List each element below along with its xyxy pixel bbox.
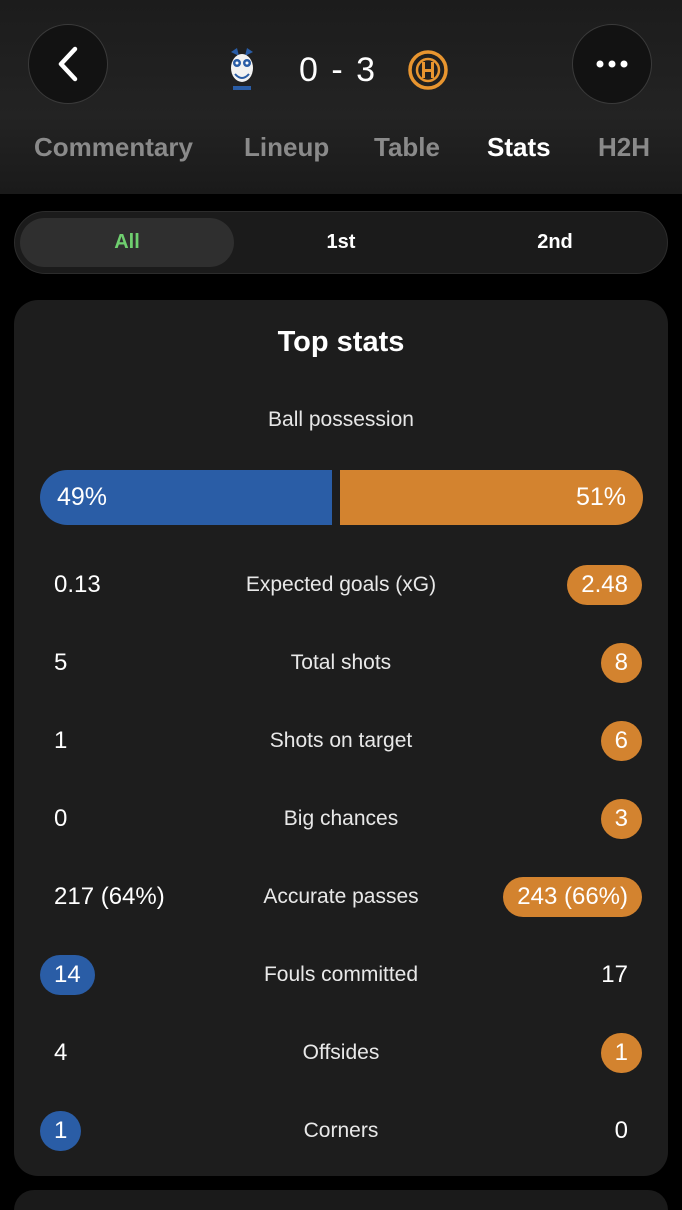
- stat-home-value: 0.13: [54, 571, 101, 598]
- period-selector: All 1st 2nd: [14, 211, 668, 274]
- more-horizontal-icon: [596, 60, 628, 68]
- stat-away-value: 6: [600, 721, 642, 761]
- stat-away-value: 243 (66%): [503, 877, 642, 917]
- stat-home-value: 4: [54, 1039, 68, 1066]
- stat-row-xg: 0.13 Expected goals (xG) 2.48: [14, 563, 668, 607]
- stat-label: Expected goals (xG): [245, 573, 437, 596]
- stat-away-value: 2.48: [567, 565, 642, 605]
- stat-away-value: 17: [601, 961, 628, 988]
- owl-crest-icon: [231, 48, 253, 90]
- card-title: Top stats: [277, 326, 405, 358]
- possession-away-fill: 51%: [340, 470, 643, 525]
- match-tabs: Commentary Lineup Table Stats H2H: [0, 132, 682, 172]
- period-second-half[interactable]: 2nd: [448, 218, 662, 267]
- possession-home-fill: 49%: [40, 470, 332, 525]
- top-stats-card: Top stats Ball possession 49% 51% 0.13 E…: [14, 300, 668, 1176]
- stat-away-value: 8: [600, 643, 642, 683]
- stat-label: Fouls committed: [263, 963, 419, 986]
- stat-label: Big chances: [283, 807, 399, 830]
- period-all[interactable]: All: [20, 218, 234, 267]
- stat-label: Shots on target: [269, 729, 413, 752]
- stat-row-fouls-committed: 14 Fouls committed 17: [14, 953, 668, 997]
- stat-home-value: 1: [40, 1111, 82, 1151]
- tab-lineup[interactable]: Lineup: [244, 132, 329, 163]
- stat-away-value: 1: [600, 1033, 642, 1073]
- possession-away-value: 51%: [575, 483, 626, 511]
- tab-table[interactable]: Table: [374, 132, 440, 163]
- tab-h2h[interactable]: H2H: [598, 132, 650, 163]
- stat-home-value: 1: [54, 727, 68, 754]
- possession-label: Ball possession: [268, 408, 414, 431]
- possession-bar: 49% 51%: [40, 470, 643, 525]
- stat-label: Offsides: [302, 1041, 380, 1064]
- chevron-left-icon: [58, 46, 78, 82]
- stat-row-offsides: 4 Offsides 1: [14, 1031, 668, 1075]
- more-options-button[interactable]: [572, 24, 652, 104]
- stat-row-corners: 1 Corners 0: [14, 1109, 668, 1153]
- possession-home-value: 49%: [57, 483, 108, 511]
- stat-row-total-shots: 5 Total shots 8: [14, 641, 668, 685]
- stat-home-value: 14: [40, 955, 95, 995]
- stat-row-shots-on-target: 1 Shots on target 6: [14, 719, 668, 763]
- stat-away-value: 0: [614, 1117, 628, 1144]
- tab-stats[interactable]: Stats: [487, 132, 551, 163]
- stat-label: Corners: [303, 1119, 379, 1142]
- back-button[interactable]: [28, 24, 108, 104]
- next-card-edge: [14, 1190, 668, 1210]
- stat-row-big-chances: 0 Big chances 3: [14, 797, 668, 841]
- orange-crest-icon: [408, 50, 448, 90]
- match-header: 0 - 3 Commentary Lineup Table Stats H2H: [0, 0, 682, 194]
- stat-home-value: 0: [54, 805, 68, 832]
- stat-home-value: 217 (64%): [54, 883, 165, 910]
- score-area: 0 - 3: [225, 42, 465, 98]
- tab-commentary[interactable]: Commentary: [34, 132, 193, 163]
- stat-row-accurate-passes: 217 (64%) Accurate passes 243 (66%): [14, 875, 668, 919]
- stat-away-value: 3: [600, 799, 642, 839]
- stat-label: Total shots: [290, 651, 392, 674]
- stat-label: Accurate passes: [263, 885, 419, 908]
- period-first-half[interactable]: 1st: [234, 218, 448, 267]
- match-score: 0 - 3: [299, 50, 378, 89]
- stat-home-value: 5: [54, 649, 68, 676]
